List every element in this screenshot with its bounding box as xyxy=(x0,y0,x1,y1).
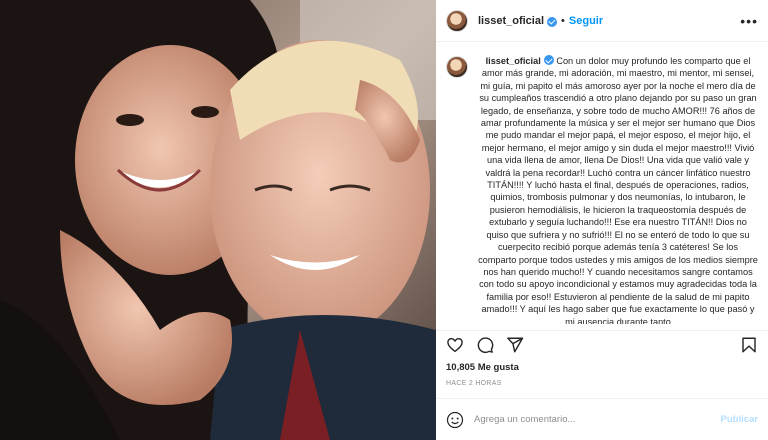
caption-text-block: lisset_oficial Con un dolor muy profundo… xyxy=(478,54,758,324)
action-bar xyxy=(436,330,768,358)
likes-count[interactable]: 10,805 Me gusta xyxy=(446,362,519,373)
follow-button[interactable]: Seguir xyxy=(569,15,603,27)
post-timestamp[interactable]: HACE 2 HORAS xyxy=(446,380,502,387)
caption-area: lisset_oficial Con un dolor muy profundo… xyxy=(436,42,768,324)
emoji-icon[interactable] xyxy=(446,411,464,429)
comment-input[interactable] xyxy=(474,414,694,425)
comment-bar: Publicar xyxy=(436,398,768,440)
username[interactable]: lisset_oficial xyxy=(478,15,544,27)
caption-text: Con un dolor muy profundo les comparto q… xyxy=(478,56,758,324)
caption-avatar[interactable] xyxy=(446,56,468,78)
heart-icon[interactable] xyxy=(446,336,464,354)
bookmark-icon[interactable] xyxy=(740,336,758,354)
caption-username[interactable]: lisset_oficial xyxy=(486,56,541,66)
more-options-icon[interactable]: ••• xyxy=(740,13,758,29)
comment-icon[interactable] xyxy=(476,336,494,354)
post-side-panel: lisset_oficial • Seguir ••• lisset_ofici… xyxy=(436,0,768,440)
publish-button[interactable]: Publicar xyxy=(721,414,759,425)
avatar[interactable] xyxy=(446,9,468,32)
separator-dot: • xyxy=(561,14,565,27)
caption-verified-icon xyxy=(543,55,554,65)
post-header: lisset_oficial • Seguir ••• xyxy=(436,0,768,42)
post-photo xyxy=(0,0,436,440)
verified-badge-icon xyxy=(547,16,558,27)
share-icon[interactable] xyxy=(506,336,524,354)
